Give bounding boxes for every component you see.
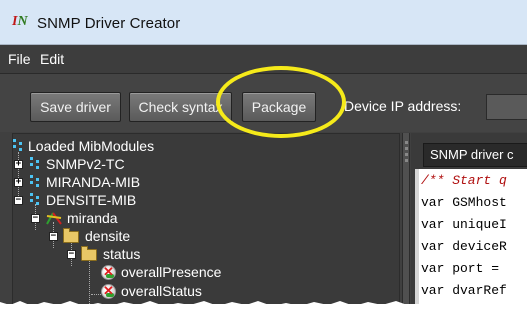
collapse-icon[interactable]: − (31, 214, 40, 223)
grip-dot (405, 153, 408, 156)
app-window: IN SNMP Driver Creator File Edit Save dr… (0, 0, 527, 304)
torn-edge (0, 301, 527, 312)
code-line: var GSMhost (421, 195, 507, 210)
mib-tree[interactable]: Loaded MibModules + SNMPv2-TC + MIRANDA-… (12, 133, 400, 304)
tree-connector (91, 294, 101, 295)
save-driver-button[interactable]: Save driver (30, 92, 121, 122)
menu-file-label: File (8, 51, 31, 67)
device-ip-input[interactable] (486, 94, 527, 120)
tree-connector (89, 260, 90, 304)
tab-snmp-driver[interactable]: SNMP driver c (423, 143, 527, 167)
tree-item-label: SNMPv2-TC (46, 156, 125, 172)
tree-item-label: overallPresence (121, 264, 222, 280)
status-variable-icon (101, 264, 116, 280)
collapse-icon[interactable]: − (67, 250, 76, 259)
collapse-icon[interactable]: − (49, 232, 58, 241)
mib-module-icon (30, 157, 44, 171)
mib-module-icon (30, 175, 44, 189)
menu-file[interactable]: File (8, 51, 31, 67)
tree-item-label: DENSITE-MIB (46, 192, 137, 208)
code-line: var port = (421, 261, 500, 276)
grip-dot (405, 141, 408, 144)
code-line: var dvarRef (421, 283, 507, 298)
window-title: SNMP Driver Creator (37, 15, 181, 32)
collapse-icon[interactable]: − (14, 196, 23, 205)
menu-edit-label: Edit (40, 51, 65, 67)
grip-dot (405, 159, 408, 162)
folder-open-icon (81, 246, 97, 261)
code-editor-panel: SNMP driver c /** Start q var GSMhost va… (411, 133, 527, 304)
app-logo-icon: IN (12, 14, 28, 29)
check-syntax-button[interactable]: Check syntax (129, 92, 232, 122)
code-line: /** Start q (421, 173, 507, 188)
tree-item-label: overallStatus (121, 283, 202, 299)
mib-modules-icon (13, 139, 27, 153)
expand-icon[interactable]: + (14, 160, 23, 169)
menu-edit[interactable]: Edit (40, 51, 64, 67)
package-button[interactable]: Package (242, 92, 316, 122)
toolbar: Save driver Check syntax Package Device … (0, 74, 527, 132)
tree-item-label: MIRANDA-MIB (46, 174, 141, 190)
tree-item-label: status (103, 246, 141, 262)
grip-dot (405, 147, 408, 150)
expand-icon[interactable]: + (14, 178, 23, 187)
split-pane-divider[interactable] (402, 133, 410, 304)
tree-item-label: densite (85, 228, 131, 244)
device-ip-label: Device IP address: (344, 98, 462, 114)
code-area[interactable]: /** Start q var GSMhost var uniqueI var … (415, 169, 527, 304)
miranda-node-icon (46, 212, 62, 225)
code-line: var deviceR (421, 239, 507, 254)
tree-item-label: miranda (67, 210, 118, 226)
code-line: var uniqueI (421, 217, 507, 232)
tree-root-label: Loaded MibModules (28, 138, 155, 154)
mib-module-icon (30, 193, 44, 207)
title-bar: IN SNMP Driver Creator (0, 0, 527, 45)
menu-bar: File Edit (0, 45, 527, 74)
status-variable-icon (101, 283, 116, 299)
folder-open-icon (63, 228, 79, 243)
